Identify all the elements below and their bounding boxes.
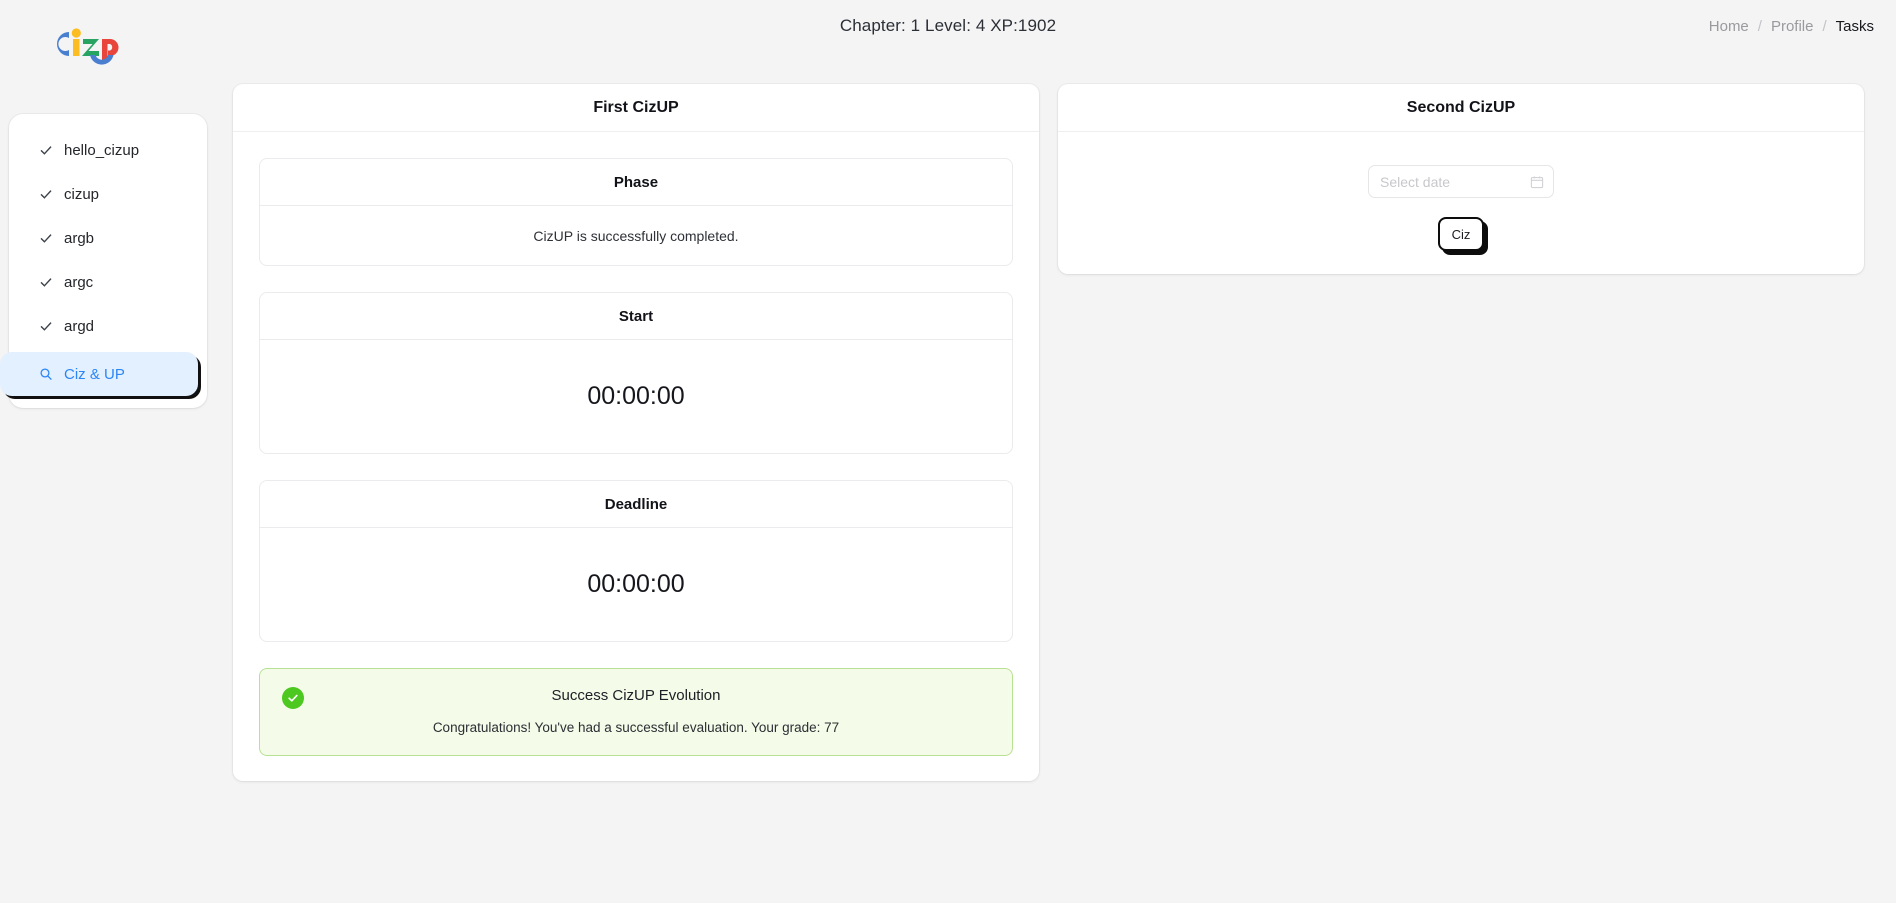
sidebar-item-label: cizup	[64, 185, 100, 203]
sidebar-item-label: argd	[64, 317, 95, 335]
sidebar-item-ciz-and-up[interactable]: Ciz & UP	[0, 352, 198, 396]
breadcrumb-separator: /	[1757, 18, 1762, 35]
second-cizup-title: Second CizUP	[1058, 84, 1864, 132]
sidebar-item-label: argb	[64, 229, 95, 247]
check-icon	[40, 322, 52, 331]
first-cizup-title: First CizUP	[233, 84, 1039, 132]
date-input[interactable]: Select date	[1368, 165, 1554, 198]
first-cizup-body: Phase CizUP is successfully completed. S…	[233, 132, 1039, 756]
phase-card-value: CizUP is successfully completed.	[533, 227, 739, 244]
start-card-title: Start	[260, 293, 1012, 340]
sidebar-item-argc[interactable]: argc	[9, 260, 207, 304]
success-alert-title: Success CizUP Evolution	[551, 687, 721, 704]
success-alert-message: Congratulations! You've had a successful…	[432, 720, 840, 735]
breadcrumb: Home / Profile / Tasks	[1709, 18, 1874, 35]
first-cizup-panel: First CizUP Phase CizUP is successfully …	[233, 84, 1039, 781]
sidebar-item-cizup[interactable]: cizup	[9, 172, 207, 216]
check-icon	[40, 234, 52, 243]
sidebar: hello_cizup cizup argb argc argd Ciz & U…	[0, 114, 207, 408]
success-alert: Success CizUP Evolution Congratulations!…	[259, 668, 1013, 756]
success-check-icon	[282, 687, 304, 709]
magnifier-icon	[40, 368, 52, 381]
sidebar-item-label: hello_cizup	[64, 141, 140, 159]
breadcrumb-item-home[interactable]: Home	[1709, 18, 1749, 35]
top-bar: Chapter: 1 Level: 4 XP:1902 Home / Profi…	[0, 0, 1896, 65]
phase-card-title: Phase	[260, 159, 1012, 206]
page-title: Chapter: 1 Level: 4 XP:1902	[839, 16, 1057, 35]
sidebar-item-label: argc	[64, 273, 94, 291]
breadcrumb-separator: /	[1822, 18, 1827, 35]
breadcrumb-item-profile[interactable]: Profile	[1771, 18, 1814, 35]
calendar-icon[interactable]	[1530, 175, 1544, 189]
breadcrumb-item-tasks[interactable]: Tasks	[1836, 18, 1874, 35]
second-cizup-body: Select date Ciz	[1058, 132, 1864, 274]
ciz-submit-button[interactable]: Ciz	[1438, 217, 1484, 251]
date-input-placeholder: Select date	[1380, 173, 1451, 190]
sidebar-item-argb[interactable]: argb	[9, 216, 207, 260]
deadline-card: Deadline 00:00:00	[259, 480, 1013, 642]
deadline-card-value: 00:00:00	[587, 570, 685, 598]
check-icon	[40, 278, 52, 287]
check-icon	[40, 190, 52, 199]
sidebar-item-label: Ciz & UP	[64, 365, 125, 383]
start-card-value: 00:00:00	[587, 382, 685, 410]
check-icon	[40, 146, 52, 155]
second-cizup-panel: Second CizUP Select date Ciz	[1058, 84, 1864, 274]
sidebar-item-argd[interactable]: argd	[9, 304, 207, 348]
phase-card: Phase CizUP is successfully completed.	[259, 158, 1013, 266]
deadline-card-title: Deadline	[260, 481, 1012, 528]
sidebar-item-hello-cizup[interactable]: hello_cizup	[9, 128, 207, 172]
start-card: Start 00:00:00	[259, 292, 1013, 454]
